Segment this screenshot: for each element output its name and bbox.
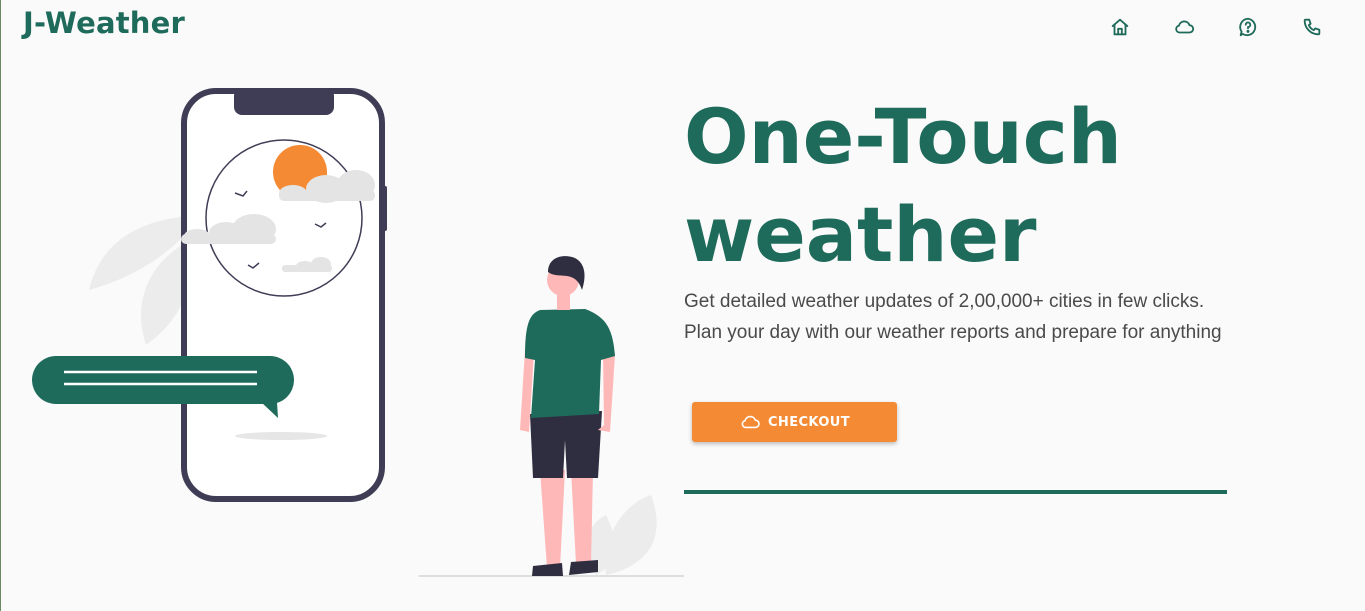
hero-description: Get detailed weather updates of 2,00,000…	[684, 291, 1222, 343]
checkout-button-label: CHECKOUT	[767, 414, 850, 430]
help-icon	[1239, 17, 1257, 37]
top-nav	[1107, 14, 1325, 40]
hero-illustration	[32, 88, 684, 577]
hero-title: One-Touch weather	[684, 92, 1122, 279]
hero-divider	[684, 490, 1227, 494]
home-icon	[1111, 18, 1129, 36]
brand-logo[interactable]: J-Weather	[23, 6, 185, 40]
nav-contact-button[interactable]	[1299, 14, 1325, 40]
phone-icon	[1303, 18, 1321, 36]
cloud-icon	[1175, 20, 1195, 34]
nav-home-button[interactable]	[1107, 14, 1133, 40]
nav-help-button[interactable]	[1235, 14, 1261, 40]
checkout-button[interactable]: CHECKOUT	[692, 402, 897, 442]
cloud-icon	[741, 415, 760, 429]
nav-weather-button[interactable]	[1171, 14, 1197, 40]
